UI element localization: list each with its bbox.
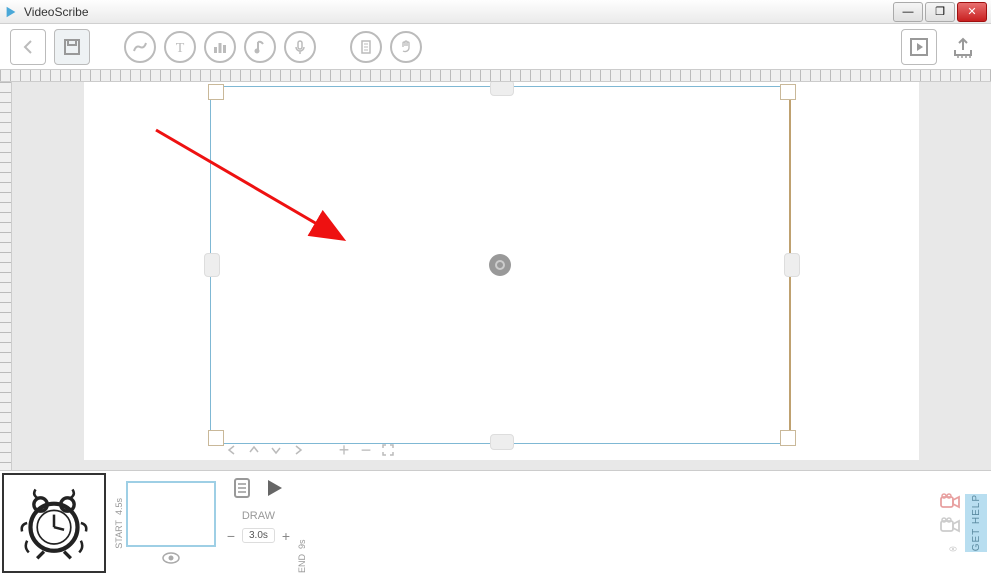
element-play-button[interactable] — [263, 477, 285, 504]
hand-icon — [398, 39, 414, 55]
nav-down-button[interactable] — [268, 442, 284, 458]
play-icon — [263, 477, 285, 499]
duration-value[interactable]: 3.0s — [242, 528, 275, 543]
zoom-out-button[interactable]: − — [358, 442, 374, 458]
timeline-element-controls: DRAW − 3.0s + — [220, 471, 297, 575]
window-titlebar: VideoScribe — ❐ ✕ — [0, 0, 991, 24]
window-minimize-button[interactable]: — — [893, 2, 923, 22]
resize-handle-top-left[interactable] — [208, 84, 224, 100]
resize-handle-top-right[interactable] — [780, 84, 796, 100]
text-icon: T — [172, 39, 188, 55]
timeline-frame-preview[interactable] — [126, 481, 216, 547]
properties-icon — [231, 477, 253, 499]
music-icon — [252, 39, 268, 55]
hand-options-button[interactable] — [390, 31, 422, 63]
window-maximize-button[interactable]: ❐ — [925, 2, 955, 22]
save-button[interactable] — [54, 29, 90, 65]
add-chart-button[interactable] — [204, 31, 236, 63]
add-music-button[interactable] — [244, 31, 276, 63]
image-icon — [132, 39, 148, 55]
timeline-start-label: START 4.5s — [112, 496, 126, 551]
get-help-button[interactable]: GET HELP — [965, 494, 987, 551]
record-controls — [935, 489, 965, 539]
duration-decrease-button[interactable]: − — [224, 529, 238, 543]
camera-record-icon[interactable] — [939, 493, 961, 511]
clock-icon — [12, 481, 96, 565]
zoom-in-button[interactable]: + — [336, 442, 352, 458]
zoom-fit-button[interactable] — [380, 442, 396, 458]
mic-icon — [292, 39, 308, 55]
timeline-element-thumbnail[interactable] — [2, 473, 106, 573]
ruler-vertical — [0, 82, 12, 470]
chevron-left-icon — [19, 38, 37, 56]
drag-handle-left[interactable] — [204, 253, 220, 277]
play-icon — [909, 37, 929, 57]
stage-background: + − — [84, 82, 919, 460]
canvas-area: + − — [0, 70, 991, 470]
timeline-selected-frame: START 4.5s — [112, 473, 216, 573]
add-image-button[interactable] — [124, 31, 156, 63]
timeline-end-label: END 9s — [295, 471, 309, 575]
visibility-eye-icon[interactable] — [161, 551, 181, 565]
export-button[interactable] — [945, 29, 981, 65]
window-title: VideoScribe — [24, 5, 891, 19]
canvas-nav-row: + − — [224, 440, 396, 460]
ruler-horizontal — [0, 70, 991, 82]
back-button[interactable] — [10, 29, 46, 65]
nav-next-button[interactable] — [290, 442, 306, 458]
draw-mode-label: DRAW — [242, 510, 275, 522]
timeline: START 4.5s DRAW − 3.0s + END 9s — [0, 470, 991, 575]
element-properties-button[interactable] — [231, 477, 253, 504]
stage-viewport[interactable]: + − — [12, 82, 991, 470]
app-icon — [4, 5, 18, 19]
paper-options-button[interactable] — [350, 31, 382, 63]
chart-icon — [212, 39, 228, 55]
add-text-button[interactable]: T — [164, 31, 196, 63]
selection-frame — [210, 86, 794, 444]
resize-handle-bottom-right[interactable] — [780, 430, 796, 446]
drag-handle-bottom[interactable] — [490, 434, 514, 450]
drag-handle-top[interactable] — [490, 82, 514, 96]
camera-icon[interactable] — [939, 517, 961, 535]
nav-up-button[interactable] — [246, 442, 262, 458]
window-close-button[interactable]: ✕ — [957, 2, 987, 22]
resize-handle-bottom-left[interactable] — [208, 430, 224, 446]
add-voiceover-button[interactable] — [284, 31, 316, 63]
paper-icon — [358, 39, 374, 55]
save-icon — [62, 37, 82, 57]
main-toolbar: T — [0, 24, 991, 70]
export-icon — [952, 36, 974, 58]
drag-handle-right[interactable] — [784, 253, 800, 277]
preview-button[interactable] — [901, 29, 937, 65]
timeline-eye-icon[interactable] — [941, 541, 965, 557]
duration-increase-button[interactable]: + — [279, 529, 293, 543]
svg-text:T: T — [176, 41, 185, 55]
nav-first-button[interactable] — [224, 442, 240, 458]
